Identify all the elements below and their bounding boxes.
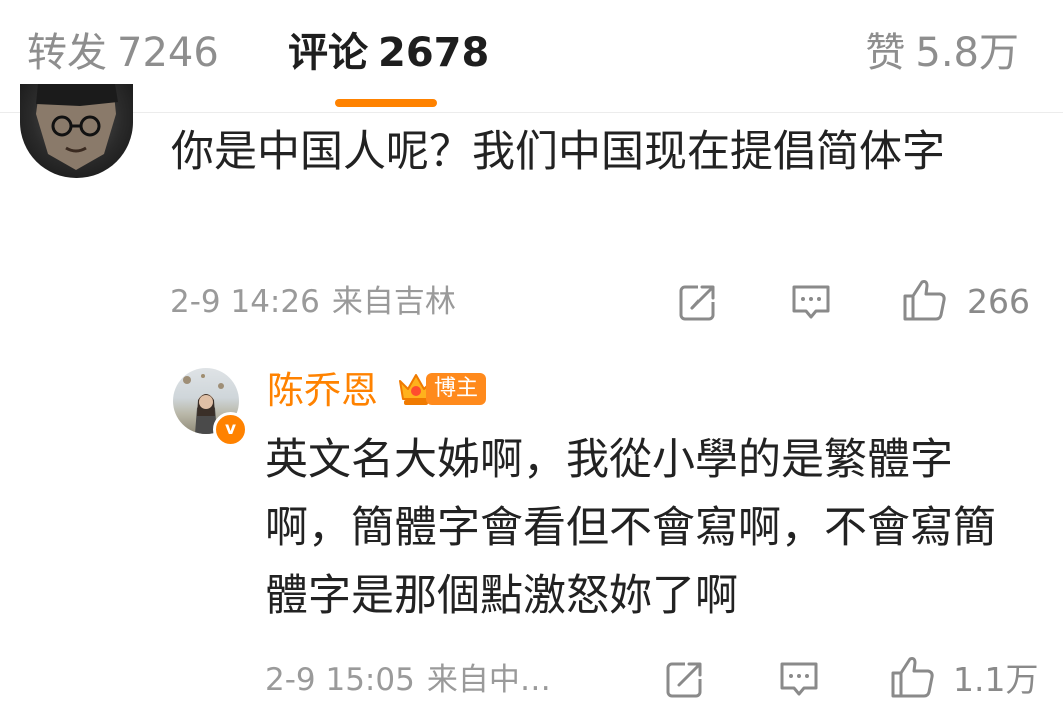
reply-icon <box>780 662 818 696</box>
reply-like-count: 1.1万 <box>953 660 1039 699</box>
comment-location: 来自吉林 <box>331 284 456 320</box>
reply-text: 英文名大姊啊，我從小學的是繁體字啊，簡體字會看但不會寫啊，不會寫簡體字是那個點激… <box>265 435 996 621</box>
like-button[interactable] <box>902 278 948 326</box>
tab-like-label: 赞 <box>865 30 906 76</box>
tab-repost-count: 7246 <box>117 30 219 76</box>
reply-icon <box>792 285 830 319</box>
comment-meta: 2-9 14:26 来自吉林 <box>170 282 456 322</box>
reply-time: 2-9 15:05 <box>265 662 415 698</box>
verified-badge: v <box>213 412 248 447</box>
avatar[interactable] <box>20 84 133 178</box>
comment-time: 2-9 14:26 <box>170 284 320 320</box>
weibo-comment-page: 转发 7246 评论 2678 赞 5.8万 你是中国人呢？我们中国现在提倡简体字 2… <box>0 0 1063 714</box>
reply-author-name[interactable]: 陈乔恩 <box>267 367 378 415</box>
reply-button[interactable] <box>790 283 832 327</box>
blogger-badge: 博主 <box>396 367 488 409</box>
tab-like[interactable]: 赞 5.8万 <box>865 25 1019 81</box>
tab-repost[interactable]: 转发 7246 <box>27 25 219 81</box>
tab-comment-count: 2678 <box>378 30 490 76</box>
thumbs-up-icon <box>903 280 946 321</box>
reply-reply-button[interactable] <box>778 660 820 704</box>
share-button[interactable] <box>678 282 718 326</box>
tab-like-count: 5.8万 <box>915 30 1019 76</box>
blogger-badge-label: 博主 <box>426 373 487 405</box>
tab-bar: 转发 7246 评论 2678 赞 5.8万 <box>0 0 1063 113</box>
reply-meta: 2-9 15:05 来自中… <box>265 660 551 700</box>
share-icon <box>679 282 718 321</box>
comment-like-count: 266 <box>967 282 1030 321</box>
comment-text: 你是中国人呢？我们中国现在提倡简体字 <box>171 127 945 177</box>
reply-share-button[interactable] <box>665 659 705 703</box>
reply-location: 来自中… <box>426 662 551 698</box>
active-tab-indicator <box>335 99 437 107</box>
tab-comment-label: 评论 <box>288 30 368 76</box>
tab-repost-label: 转发 <box>27 30 107 76</box>
reply-like-button[interactable] <box>890 655 936 703</box>
thumbs-up-icon <box>891 657 934 698</box>
share-icon <box>666 659 705 698</box>
tab-comment[interactable]: 评论 2678 <box>288 25 489 81</box>
